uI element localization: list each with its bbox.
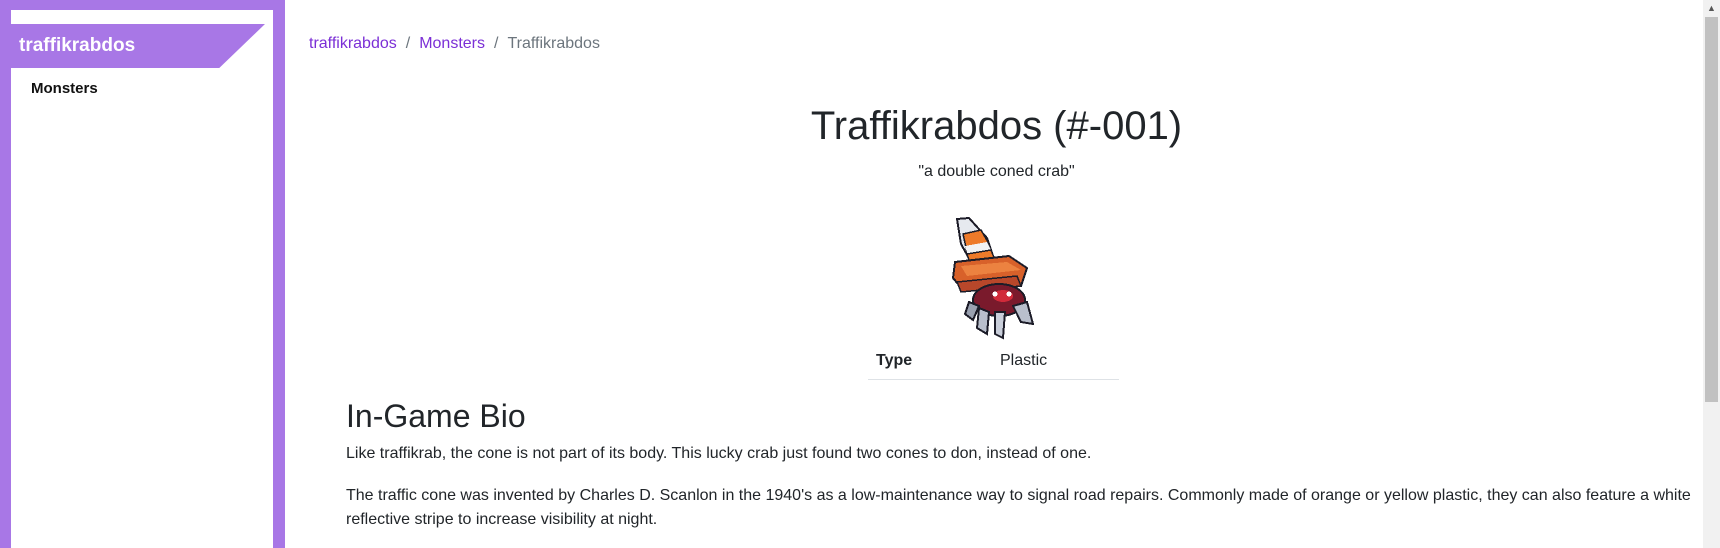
monster-tagline: "a double coned crab" [918, 163, 1075, 180]
type-label: Type [868, 347, 992, 380]
breadcrumb-home-link[interactable]: traffikrabdos [309, 35, 397, 52]
type-value: Plastic [992, 347, 1119, 380]
breadcrumb-monsters-link[interactable]: Monsters [419, 35, 485, 52]
monster-sprite [951, 216, 1035, 340]
breadcrumb-separator: / [405, 35, 411, 52]
main-content: traffikrabdos / Monsters / Traffikrabdos Tra… [285, 0, 1720, 548]
breadcrumb-separator: / [494, 35, 499, 52]
bio-paragraph: The traffic cone was invented by Charles… [346, 487, 1691, 528]
vertical-scrollbar[interactable]: ▲ [1703, 0, 1720, 548]
breadcrumb: traffikrabdos / Monsters / Traffikrabdos [309, 35, 600, 53]
scrollbar-thumb[interactable] [1705, 17, 1718, 402]
table-row: Type Plastic [868, 347, 1119, 380]
bio-heading: In-Game Bio [346, 398, 526, 434]
breadcrumb-current: Traffikrabdos [507, 35, 600, 52]
brand-link[interactable]: traffikrabdos [11, 24, 265, 68]
sidebar-panel: traffikrabdos Monsters [11, 10, 273, 548]
scroll-up-icon[interactable]: ▲ [1703, 0, 1720, 17]
sidebar: traffikrabdos Monsters [0, 0, 285, 548]
sidebar-item-monsters[interactable]: Monsters [31, 80, 98, 97]
bio-paragraph: Like traffikrab, the cone is not part of… [346, 445, 1092, 462]
monster-info-table: Type Plastic [868, 347, 1119, 380]
page-title: Traffikrabdos (#-001) [810, 104, 1183, 148]
